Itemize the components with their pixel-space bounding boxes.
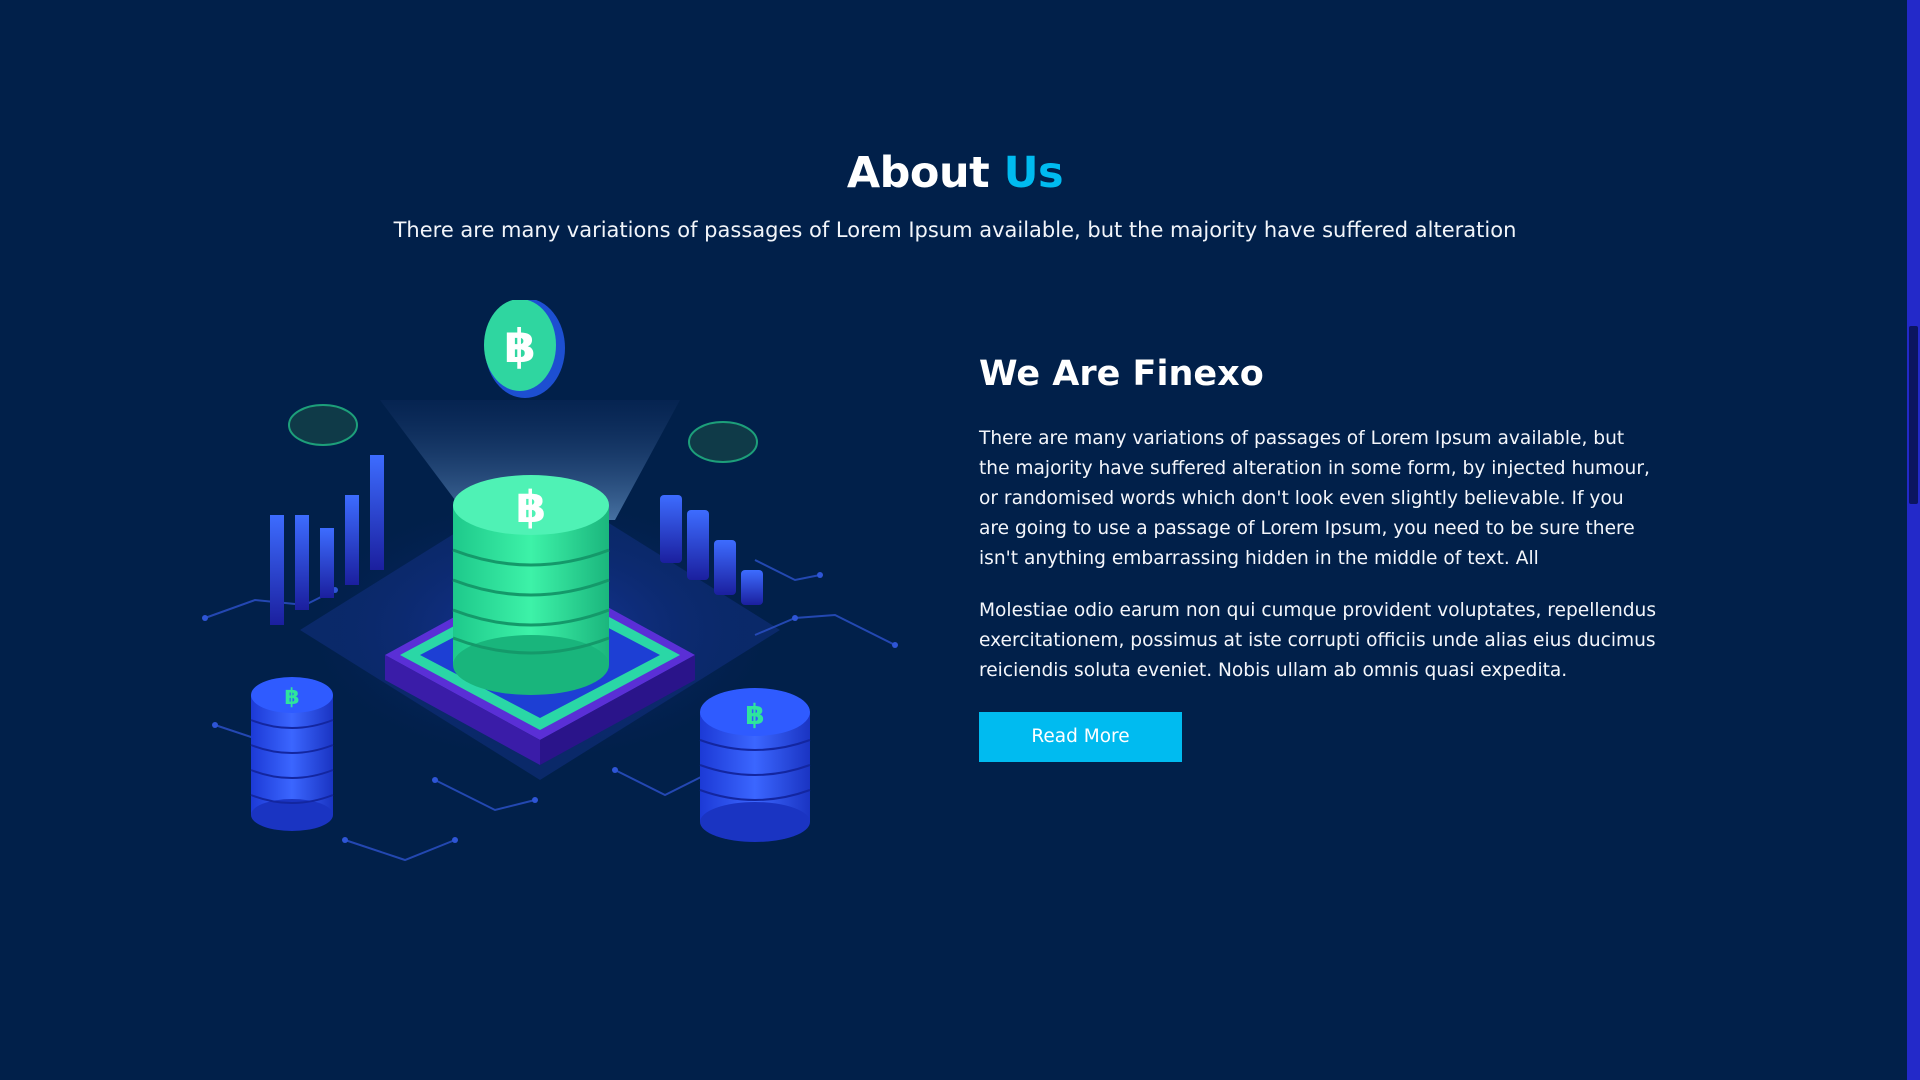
scrollbar-track[interactable]	[1907, 0, 1920, 1080]
about-paragraph-1: There are many variations of passages of…	[979, 428, 1650, 569]
crypto-illustration: ฿ ฿ ฿ ฿	[202, 298, 898, 862]
title-main: About	[846, 148, 990, 198]
scrollbar-thumb[interactable]	[1909, 326, 1918, 504]
title-accent: Us	[1003, 148, 1064, 198]
about-paragraph-2: Molestiae odio earum non qui cumque prov…	[979, 600, 1657, 681]
right-coin-symbol: ฿	[745, 698, 764, 731]
crypto-coin-stack-icon: ฿ ฿ ฿ ฿	[195, 298, 935, 870]
about-section: About Us There are many variations of pa…	[0, 0, 1920, 1080]
about-heading: We Are Finexo	[979, 354, 1264, 394]
read-more-button[interactable]: Read More	[979, 712, 1182, 762]
about-content: We Are Finexo There are many variations …	[979, 352, 1659, 762]
section-title: About Us	[0, 148, 1910, 198]
left-coin-symbol: ฿	[284, 685, 299, 710]
floating-coin-symbol: ฿	[504, 319, 536, 373]
coin-symbol: ฿	[516, 482, 547, 533]
section-subtitle: There are many variations of passages of…	[393, 218, 1517, 242]
